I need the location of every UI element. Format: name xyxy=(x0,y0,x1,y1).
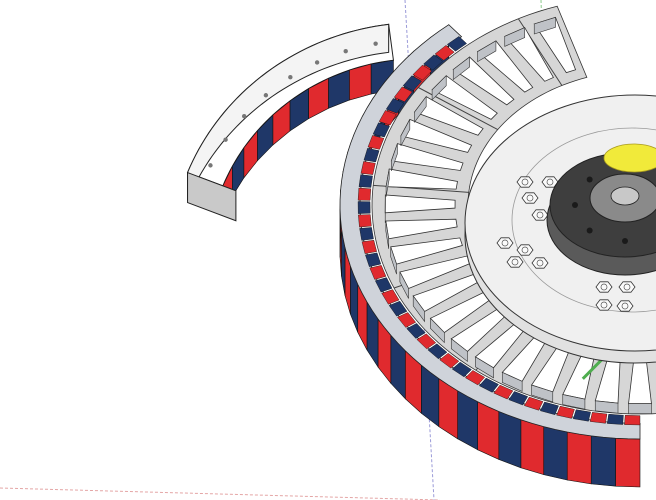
hub-bolt xyxy=(616,300,634,312)
yellow-highlight-marker xyxy=(603,143,656,173)
hub-bolt xyxy=(531,257,549,269)
magnet-block xyxy=(566,431,592,485)
hub-bolt xyxy=(531,209,549,221)
tooth-side xyxy=(594,400,619,414)
segment-screw-hole xyxy=(223,137,228,142)
3d-modeling-viewport[interactable] xyxy=(0,0,656,500)
segment-screw-hole xyxy=(314,60,320,65)
inner-magnet xyxy=(358,214,372,228)
magnet-block xyxy=(543,426,568,481)
segment-magnet xyxy=(349,63,372,101)
hub-bolt xyxy=(506,256,524,268)
hub-bolt xyxy=(516,244,534,256)
inner-magnet xyxy=(357,201,371,214)
hub-bolt xyxy=(595,299,613,311)
red-axis-line xyxy=(0,487,441,500)
segment-screw-hole xyxy=(208,163,213,168)
scene-canvas[interactable] xyxy=(0,0,656,500)
motor-assembly[interactable] xyxy=(339,5,656,488)
hub-bolt xyxy=(516,176,534,188)
tooth-side xyxy=(628,403,652,414)
hub-bolt xyxy=(595,281,613,293)
inner-magnet xyxy=(357,187,372,201)
inner-magnet xyxy=(624,415,641,426)
magnet-block xyxy=(520,419,545,476)
inner-magnet xyxy=(359,227,374,241)
magnet-block xyxy=(590,435,616,487)
yellow-ellipse xyxy=(603,143,656,173)
magnet-block xyxy=(615,437,641,488)
hub-bolt xyxy=(496,237,514,249)
segment-screw-hole xyxy=(288,75,293,80)
inner-magnet xyxy=(360,161,376,175)
bearing-hole xyxy=(572,202,578,208)
bearing-hole xyxy=(622,238,628,244)
segment-screw-hole xyxy=(263,93,269,98)
segment-screw-hole xyxy=(373,41,378,46)
hub-bolt xyxy=(521,192,539,204)
magnet-block xyxy=(498,411,522,469)
inner-magnet xyxy=(589,412,608,424)
bearing-hole xyxy=(586,227,593,234)
shaft-hole xyxy=(610,186,640,206)
bearing-hole xyxy=(586,176,593,183)
hub-bolt xyxy=(618,281,636,293)
segment-screw-hole xyxy=(241,114,247,119)
segment-screw-hole xyxy=(343,49,348,54)
inner-magnet xyxy=(607,413,624,425)
inner-magnet xyxy=(358,174,373,188)
